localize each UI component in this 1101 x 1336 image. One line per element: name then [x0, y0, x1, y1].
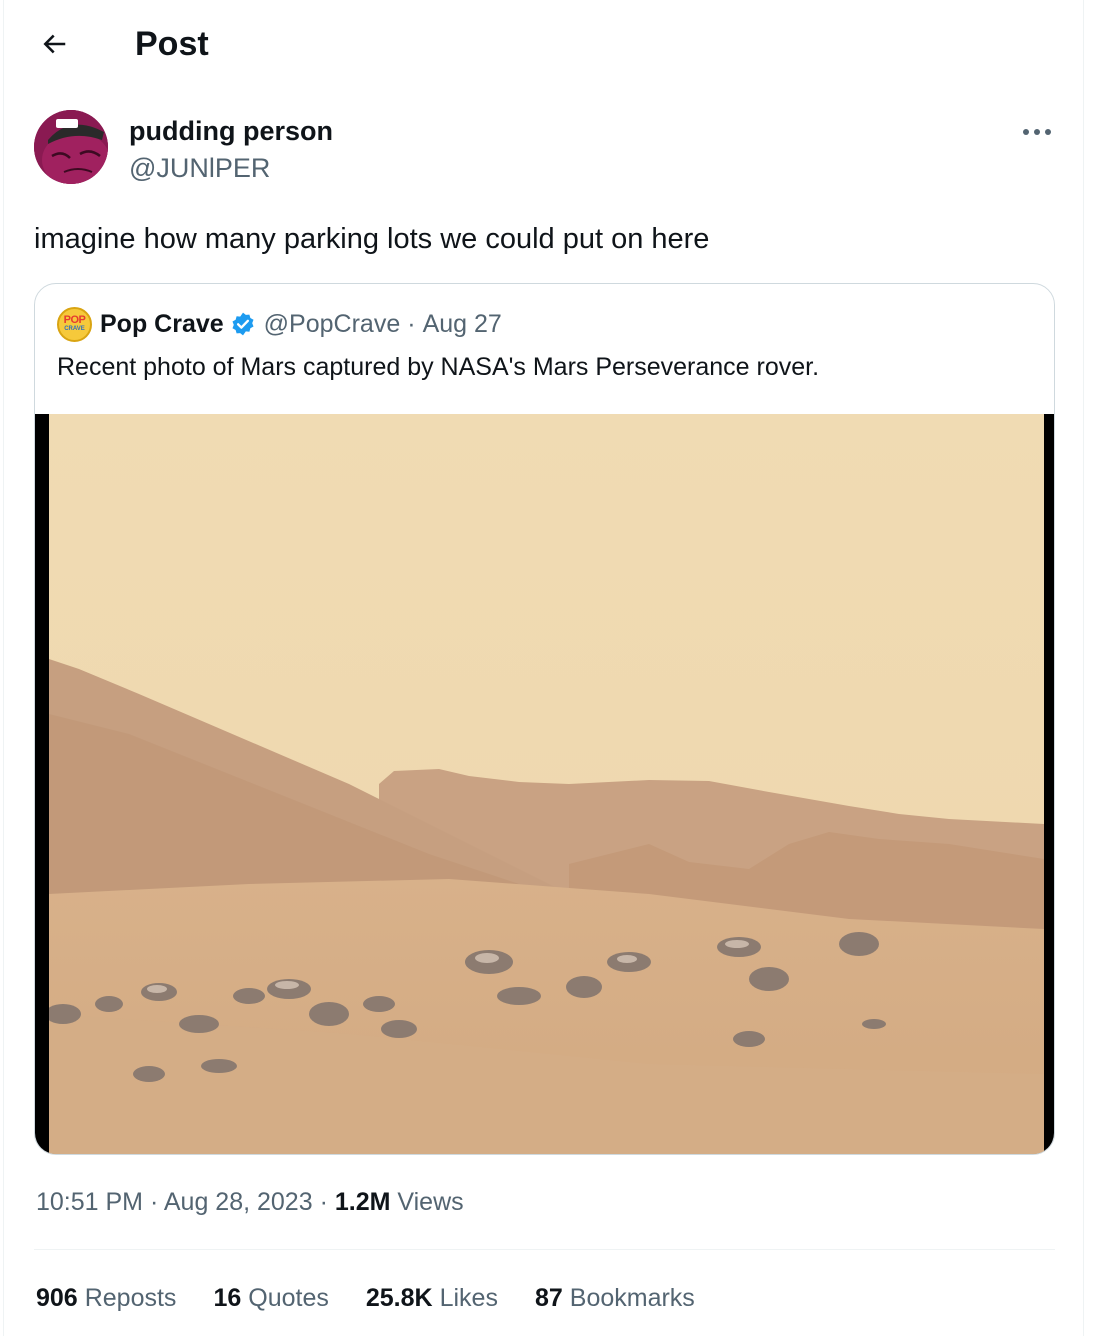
- stat-count: 25.8K: [365, 1284, 433, 1312]
- mars-landscape-image: [49, 414, 1044, 1154]
- more-options-icon: [1023, 129, 1051, 135]
- author-name[interactable]: pudding person: [129, 115, 333, 147]
- page-title: Post: [135, 25, 209, 63]
- quotes-stat[interactable]: 16 Quotes: [213, 1282, 328, 1314]
- stat-count: 16: [213, 1284, 242, 1312]
- quoted-post-date: Aug 27: [422, 310, 502, 338]
- quoted-post-header: POP CRAVE Pop Crave @PopCrave · Aug 27: [57, 306, 502, 342]
- quoted-author-avatar: POP CRAVE: [57, 306, 92, 342]
- quoted-author-handle: @PopCrave: [263, 310, 401, 338]
- reposts-stat[interactable]: 906 Reposts: [36, 1282, 176, 1314]
- post-text: imagine how many parking lots we could p…: [34, 223, 710, 255]
- quoted-post-image[interactable]: [35, 414, 1054, 1154]
- page-header: Post: [4, 0, 1083, 90]
- separator-dot: ·: [319, 1188, 335, 1216]
- post-page: Post pudding person @JUNlPER imagine how…: [3, 0, 1084, 1336]
- post-timestamp-row: 10:51 PM · Aug 28, 2023 · 1.2M Views: [36, 1185, 464, 1219]
- avatar-image: [34, 110, 108, 184]
- likes-stat[interactable]: 25.8K Likes: [366, 1282, 498, 1314]
- quoted-post-card[interactable]: POP CRAVE Pop Crave @PopCrave · Aug 27 R…: [34, 283, 1055, 1155]
- stat-count: 87: [534, 1284, 563, 1312]
- post-time[interactable]: 10:51 PM: [36, 1188, 143, 1216]
- stat-label: Reposts: [84, 1284, 177, 1312]
- avatar-logo-text-bottom: CRAVE: [64, 326, 85, 332]
- stat-label: Quotes: [248, 1284, 329, 1312]
- views-count: 1.2M: [334, 1188, 398, 1216]
- quoted-author-name: Pop Crave: [100, 310, 224, 338]
- stat-label: Likes: [439, 1284, 498, 1312]
- author-handle[interactable]: @JUNlPER: [129, 152, 270, 184]
- post-date[interactable]: Aug 28, 2023: [164, 1188, 313, 1216]
- separator-dot: ·: [407, 310, 416, 338]
- avatar-logo-text-top: POP: [63, 314, 86, 326]
- stat-count: 906: [36, 1284, 78, 1312]
- views-label: Views: [397, 1188, 464, 1216]
- more-options-button[interactable]: [1015, 116, 1059, 148]
- verified-badge-icon: [230, 311, 256, 337]
- back-button[interactable]: [34, 24, 74, 64]
- separator-dot: ·: [149, 1188, 164, 1216]
- stat-label: Bookmarks: [569, 1284, 695, 1312]
- post-stats-row: 906 Reposts 16 Quotes 25.8K Likes 87 Bookmar…: [36, 1282, 732, 1314]
- quoted-post-text: Recent photo of Mars captured by NASA's …: [57, 353, 820, 381]
- bookmarks-stat[interactable]: 87 Bookmarks: [535, 1282, 695, 1314]
- back-arrow-icon: [43, 34, 66, 54]
- author-avatar[interactable]: [34, 110, 108, 184]
- divider: [34, 1249, 1055, 1250]
